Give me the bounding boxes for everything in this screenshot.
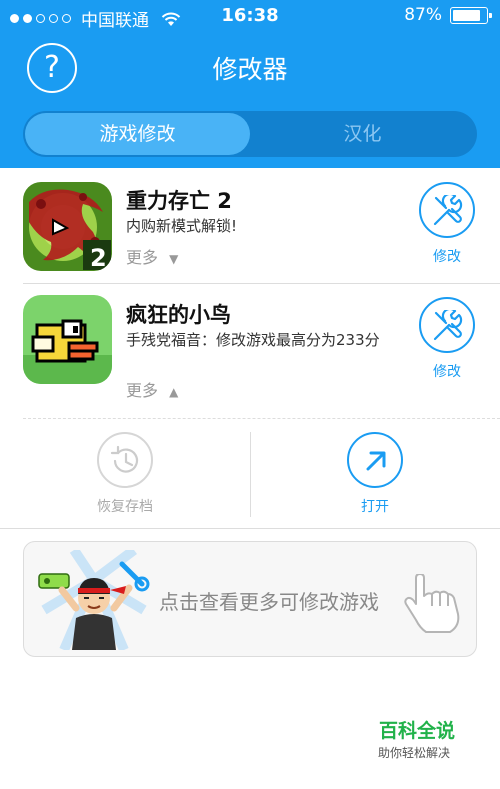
open-button[interactable]	[347, 432, 403, 488]
svg-text:2: 2	[90, 244, 107, 271]
modify-label: 修改	[433, 249, 461, 265]
mascot-illustration	[38, 550, 150, 650]
restore-save-action[interactable]: 恢复存档	[0, 432, 250, 522]
battery-icon	[450, 6, 492, 24]
arrow-up-right-icon	[366, 451, 386, 471]
tab-game-modify[interactable]: 游戏修改	[25, 113, 250, 155]
expand-divider	[23, 418, 500, 419]
tab-switcher: 游戏修改 汉化	[23, 111, 477, 157]
section-divider	[0, 528, 500, 529]
wrench-screwdriver-icon	[433, 195, 463, 226]
status-bar: 中国联通 16:38 87%	[0, 0, 500, 34]
game-description: 手残党福音：修改游戏最高分为233分	[126, 331, 380, 349]
flappy-bird-icon[interactable]	[23, 295, 112, 384]
game-row-flappy[interactable]: 疯狂的小鸟 手残党福音：修改游戏最高分为233分 更多 ▲ 修改	[0, 283, 500, 418]
page-title: 修改器	[212, 55, 288, 84]
battery-fill	[453, 9, 480, 21]
restore-button[interactable]	[97, 432, 153, 488]
watermark-logo-text: 百科全说	[378, 720, 455, 742]
gravity-game-icon[interactable]: 2	[23, 182, 112, 271]
game-row-gravity[interactable]: 2 重力存亡 2 内购新模式解锁! 更多 ▼ 修改	[0, 168, 500, 283]
modify-button[interactable]	[419, 297, 475, 353]
top-header: 中国联通 16:38 87% ? 修改器 游戏修改 汉化	[0, 0, 500, 168]
more-games-banner[interactable]: 点击查看更多可修改游戏	[23, 541, 477, 657]
modify-label: 修改	[433, 364, 461, 380]
banner-text: 点击查看更多可修改游戏	[159, 590, 379, 614]
chevron-up-icon: ▲	[169, 385, 179, 399]
game-description: 内购新模式解锁!	[126, 217, 238, 235]
tab-localization[interactable]: 汉化	[250, 113, 475, 155]
game-name: 重力存亡 2	[126, 189, 232, 213]
battery-percent: 87%	[404, 5, 442, 25]
watermark-slogan: 助你轻松解决	[377, 746, 450, 760]
more-toggle[interactable]: 更多 ▼	[126, 244, 178, 268]
chevron-down-icon: ▼	[169, 252, 179, 266]
more-label: 更多	[126, 381, 159, 400]
restore-clock-icon	[110, 445, 139, 473]
pointing-hand-icon	[404, 574, 460, 633]
game-name: 疯狂的小鸟	[126, 303, 231, 327]
wrench-screwdriver-icon	[433, 310, 463, 341]
restore-save-label: 恢复存档	[97, 499, 153, 515]
modify-button[interactable]	[419, 182, 475, 238]
open-label: 打开	[361, 499, 389, 515]
more-label: 更多	[126, 248, 159, 267]
status-right: 87%	[404, 5, 492, 25]
open-action[interactable]: 打开	[250, 432, 500, 522]
more-toggle[interactable]: 更多 ▲	[126, 377, 178, 401]
